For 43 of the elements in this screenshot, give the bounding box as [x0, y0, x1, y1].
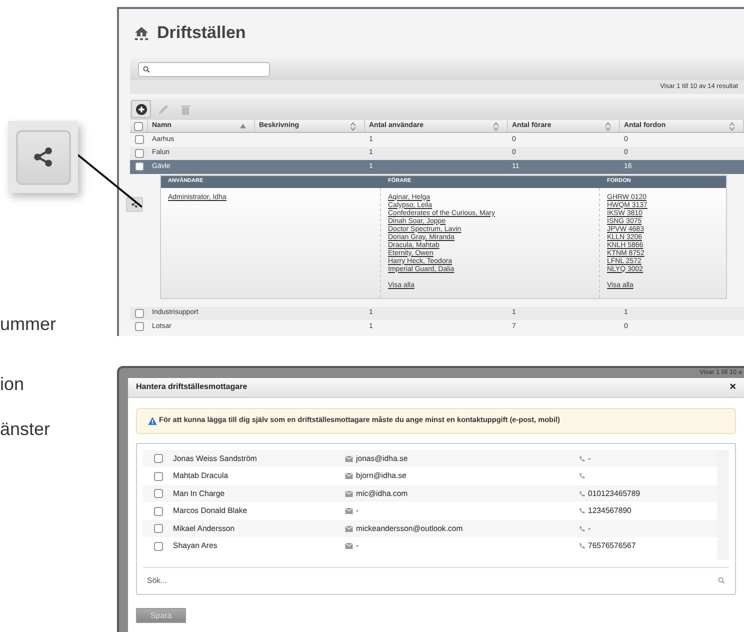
envelope-icon	[345, 473, 353, 480]
plus-circle-icon	[136, 104, 146, 114]
share-button[interactable]	[16, 130, 70, 184]
share-icon	[131, 200, 138, 208]
envelope-icon	[345, 543, 353, 550]
checkbox[interactable]	[154, 542, 162, 551]
checkbox[interactable]	[134, 162, 144, 172]
page-title: Driftställen	[157, 22, 246, 44]
pencil-icon	[158, 104, 168, 114]
house-icon	[134, 26, 149, 40]
body-text: ummer	[0, 313, 56, 335]
search-icon	[143, 66, 150, 72]
checkbox[interactable]	[154, 524, 162, 534]
checkbox[interactable]	[154, 472, 162, 481]
checkbox[interactable]	[134, 308, 144, 318]
checkbox[interactable]	[154, 454, 162, 464]
phone-icon	[579, 490, 585, 497]
body-text: änster	[0, 418, 50, 440]
leader-line	[78, 154, 142, 208]
search-icon	[718, 577, 725, 584]
trash-icon	[180, 104, 190, 114]
envelope-icon	[345, 490, 353, 497]
checkbox[interactable]	[154, 489, 162, 498]
envelope-icon	[345, 508, 353, 514]
modal-title: Hantera driftställesmottagare	[136, 381, 248, 394]
checkbox[interactable]	[134, 122, 143, 130]
add-button[interactable]	[131, 100, 151, 118]
search-field[interactable]	[138, 62, 270, 76]
checkbox[interactable]	[134, 148, 144, 158]
phone-icon	[579, 543, 585, 550]
phone-icon	[579, 473, 585, 480]
close-button[interactable]: ×	[730, 382, 736, 393]
body-text: ion	[0, 373, 24, 395]
phone-icon	[579, 526, 585, 532]
envelope-icon	[345, 456, 353, 462]
checkbox[interactable]	[134, 135, 144, 144]
share-icon	[32, 146, 54, 168]
envelope-icon	[345, 526, 353, 532]
checkbox[interactable]	[134, 322, 144, 332]
phone-icon	[579, 456, 585, 462]
checkbox[interactable]	[154, 506, 162, 516]
phone-icon	[579, 508, 585, 514]
warning-icon	[148, 416, 157, 425]
